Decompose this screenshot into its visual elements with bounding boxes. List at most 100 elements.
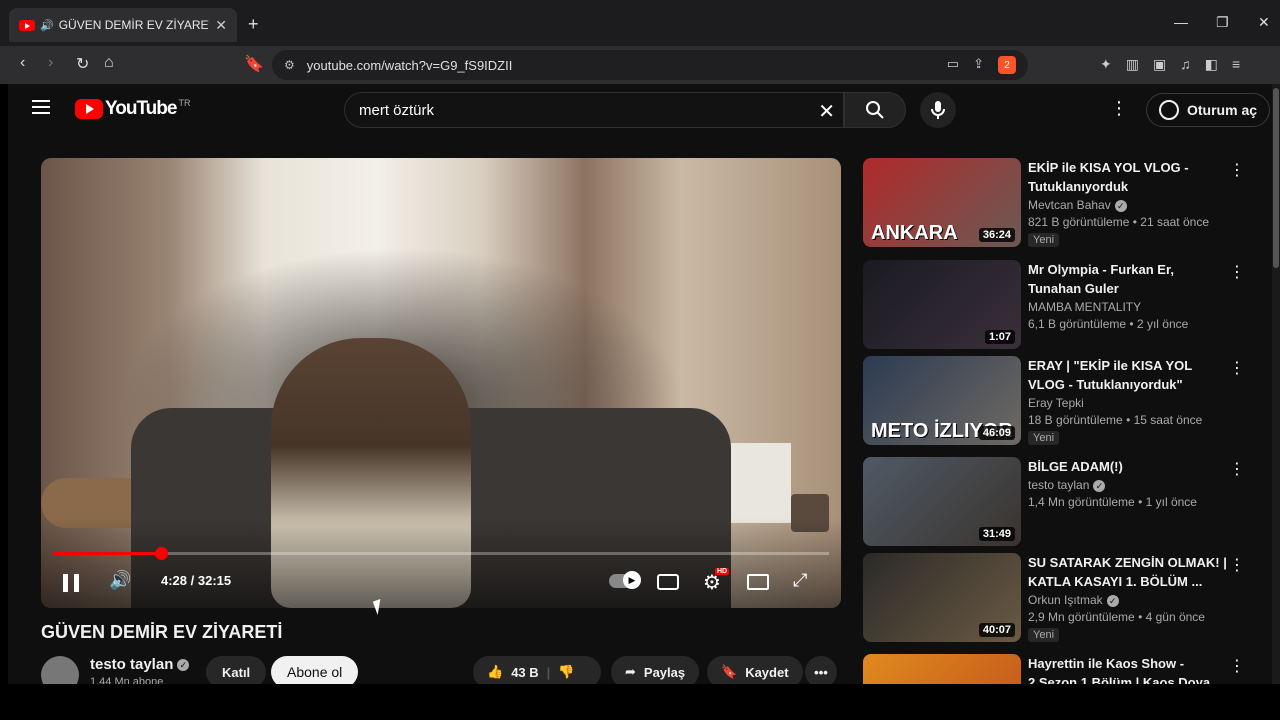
menu-icon[interactable]: ≡ (1232, 56, 1240, 73)
channel-name[interactable]: testo taylan ✓ (90, 656, 190, 673)
video-title[interactable]: SU SATARAK ZENGİN OLMAK! | KATLA KASAYI … (1028, 553, 1228, 591)
channel-line[interactable]: Orkun Işıtmak ✓ (1028, 593, 1228, 607)
signin-label: Oturum aç (1187, 102, 1258, 118)
dislike-icon[interactable]: 👎 (558, 664, 574, 680)
site-info-icon[interactable]: ⚙ (284, 58, 295, 72)
home-icon[interactable]: ⌂ (104, 54, 114, 72)
settings-more-icon[interactable]: ⋮ (1110, 98, 1128, 119)
volume-icon[interactable]: 🔊 (109, 570, 131, 591)
restore-icon[interactable]: ❐ (1216, 14, 1229, 31)
recommendation-card[interactable]: KAOSHayrettin ile Kaos Show - 2.Sezon 1.… (863, 654, 1263, 684)
video-title[interactable]: BİLGE ADAM(!) (1028, 457, 1228, 476)
pause-button[interactable] (63, 574, 79, 592)
video-thumbnail[interactable]: 40:07 (863, 553, 1021, 642)
recommendation-card[interactable]: ANKARA 36:24 EKİP ile KISA YOL VLOG - Tutu… (863, 158, 1263, 250)
forward-icon[interactable]: › (48, 54, 53, 72)
settings-gear-icon[interactable]: ⚙ HD (703, 568, 730, 595)
recommendation-card[interactable]: 1:07 Mr Olympia - Furkan Er, Tunahan Gule… (863, 260, 1263, 352)
video-player[interactable]: 🔊 4:28 / 32:15 ⚙HD ⤢ (41, 158, 841, 608)
media-icon[interactable]: ♫ (1180, 56, 1191, 73)
join-button[interactable]: Katıl (206, 656, 267, 684)
search-icon (866, 101, 884, 119)
more-vertical-icon[interactable]: ⋮ (1229, 656, 1245, 676)
more-vertical-icon[interactable]: ⋮ (1229, 262, 1245, 282)
recommendation-card[interactable]: METO İZLIYOR 46:09 ERAY | "EKİP ile KISA Y… (863, 356, 1263, 448)
cast-icon[interactable]: ▭ (947, 56, 959, 74)
video-thumbnail[interactable]: ANKARA 36:24 (863, 158, 1021, 247)
video-thumbnail[interactable]: METO İZLIYOR 46:09 (863, 356, 1021, 445)
new-badge: Yeni (1028, 233, 1060, 247)
channel-name: testo taylan (1028, 478, 1090, 492)
speaker-icon[interactable]: 🔊 (40, 19, 54, 32)
video-thumbnail[interactable]: KAOS (863, 654, 1021, 684)
logo-text: YouTube (105, 98, 177, 119)
video-meta: SU SATARAK ZENGİN OLMAK! | KATLA KASAYI … (1028, 553, 1228, 643)
video-thumbnail[interactable]: 31:49 (863, 457, 1021, 546)
back-icon[interactable]: ‹ (20, 54, 25, 72)
more-actions-button[interactable]: ••• (805, 656, 837, 684)
autoplay-toggle[interactable] (609, 571, 641, 589)
more-horizontal-icon: ••• (814, 664, 828, 680)
theater-mode-button[interactable] (747, 574, 769, 590)
browser-tab[interactable]: 🔊 GÜVEN DEMİR EV ZİYARETİ - ✕ (9, 8, 237, 42)
page-scrollbar[interactable] (1272, 84, 1280, 684)
sidebar-toggle-icon[interactable]: ◧ (1205, 56, 1218, 73)
video-title[interactable]: Hayrettin ile Kaos Show - 2.Sezon 1.Bölü… (1028, 654, 1228, 684)
search-query: mert öztürk (359, 101, 435, 119)
trash-icon[interactable]: ▥ (1126, 56, 1139, 73)
reload-icon[interactable]: ↻ (76, 54, 89, 74)
channel-line[interactable]: testo taylan ✓ (1028, 478, 1228, 492)
video-title[interactable]: Mr Olympia - Furkan Er, Tunahan Guler (1028, 260, 1228, 298)
verified-icon: ✓ (1106, 594, 1119, 607)
guide-menu-icon[interactable] (32, 100, 50, 114)
voice-search-button[interactable] (920, 92, 956, 128)
account-icon (1159, 100, 1179, 120)
view-stats: 18 B görüntüleme • 15 saat önce (1028, 413, 1203, 427)
like-count[interactable]: 43 B (511, 665, 538, 680)
video-thumbnail[interactable]: 1:07 (863, 260, 1021, 349)
progress-bar[interactable] (53, 547, 829, 560)
channel-line[interactable]: Mevtcan Bahav ✓ (1028, 198, 1228, 212)
save-button[interactable]: 🔖 Kaydet (707, 656, 803, 684)
channel-line[interactable]: Eray Tepki (1028, 396, 1228, 410)
verified-icon: ✓ (177, 659, 190, 672)
like-icon[interactable]: 👍 (487, 664, 503, 680)
scrubber-knob[interactable] (154, 547, 168, 560)
channel-avatar[interactable] (41, 656, 79, 684)
tab-close-icon[interactable]: ✕ (215, 17, 227, 34)
scrollbar-thumb[interactable] (1273, 88, 1279, 268)
view-stats: 1,4 Mn görüntüleme • 1 yıl önce (1028, 495, 1197, 509)
brave-shield-icon[interactable]: 2 (998, 56, 1016, 74)
subtitles-button[interactable] (657, 574, 679, 590)
video-title[interactable]: ERAY | "EKİP ile KISA YOL VLOG - Tutukla… (1028, 356, 1228, 394)
save-label: Kaydet (745, 664, 789, 680)
recommendation-card[interactable]: 31:49 BİLGE ADAM(!) testo taylan ✓ 1,4 Mn gö… (863, 457, 1263, 549)
signin-button[interactable]: Oturum aç (1146, 93, 1271, 127)
channel-line[interactable]: MAMBA MENTALITY (1028, 300, 1228, 314)
share-page-icon[interactable]: ⇪ (973, 56, 984, 74)
minimize-icon[interactable]: — (1174, 14, 1188, 30)
recommendation-card[interactable]: 40:07 SU SATARAK ZENGİN OLMAK! | KATLA KA… (863, 553, 1263, 645)
more-vertical-icon[interactable]: ⋮ (1229, 459, 1245, 479)
more-vertical-icon[interactable]: ⋮ (1229, 160, 1245, 180)
bookmark-icon[interactable]: 🔖 (244, 54, 264, 74)
more-vertical-icon[interactable]: ⋮ (1229, 358, 1245, 378)
subscribe-button[interactable]: Abone ol (271, 656, 359, 684)
duration-badge: 46:09 (978, 426, 1015, 440)
address-bar[interactable]: ⚙ youtube.com/watch?v=G9_fS9IDZII ▭ ⇪ 2 (272, 50, 1028, 80)
search-button[interactable] (844, 92, 906, 128)
new-tab-button[interactable]: + (248, 14, 259, 35)
window-close-icon[interactable]: ✕ (1258, 14, 1270, 31)
youtube-logo[interactable]: YouTube TR (75, 98, 190, 120)
video-title[interactable]: EKİP ile KISA YOL VLOG - Tutuklanıyorduk (1028, 158, 1228, 196)
extensions-icon[interactable]: ✦ (1100, 56, 1112, 73)
search-input[interactable]: mert öztürk ✕ (344, 92, 844, 128)
screenshot-icon[interactable]: ▣ (1153, 56, 1166, 73)
clear-search-icon[interactable]: ✕ (818, 99, 835, 124)
duration-badge: 40:07 (978, 623, 1015, 637)
share-button[interactable]: ➦ Paylaş (611, 656, 700, 684)
fullscreen-icon[interactable]: ⤢ (793, 570, 807, 591)
browser-tabbar: 🔊 GÜVEN DEMİR EV ZİYARETİ - ✕ + — ❐ ✕ (0, 0, 1280, 46)
masthead: YouTube TR mert öztürk ✕ ⋮ Oturum aç (8, 84, 1272, 136)
more-vertical-icon[interactable]: ⋮ (1229, 555, 1245, 575)
